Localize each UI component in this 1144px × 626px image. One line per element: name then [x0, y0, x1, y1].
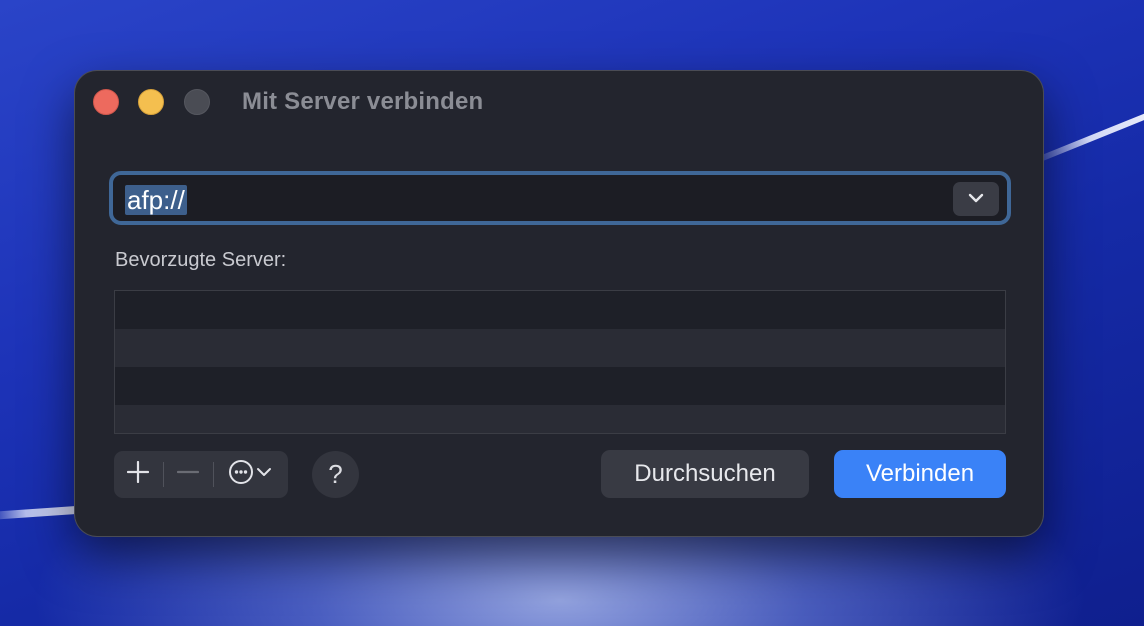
add-server-button[interactable] [114, 451, 162, 498]
list-actions-segmented-control [114, 451, 288, 498]
chevron-down-icon [968, 190, 984, 208]
zoom-button [184, 89, 210, 115]
favorites-label: Bevorzugte Server: [115, 249, 287, 271]
help-button[interactable]: ? [312, 451, 359, 498]
favorite-servers-list[interactable] [114, 290, 1006, 434]
list-item[interactable] [115, 291, 1005, 329]
window-title: Mit Server verbinden [242, 88, 484, 115]
wallpaper-light-streak [1028, 100, 1144, 166]
wallpaper-light-streak [0, 505, 81, 520]
plus-icon [126, 460, 150, 488]
desktop-background: Mit Server verbinden afp:// Bevorzugte S… [0, 0, 1144, 626]
server-address-combobox[interactable]: afp:// [109, 171, 1011, 225]
list-item[interactable] [115, 367, 1005, 405]
remove-server-button[interactable] [164, 451, 212, 498]
connect-to-server-window: Mit Server verbinden afp:// Bevorzugte S… [75, 71, 1043, 536]
list-item[interactable] [115, 405, 1005, 433]
recent-servers-dropdown-button[interactable] [953, 182, 999, 216]
server-address-input[interactable]: afp:// [125, 185, 187, 215]
connect-button[interactable]: Verbinden [834, 450, 1006, 498]
list-item[interactable] [115, 329, 1005, 367]
minimize-button[interactable] [138, 89, 164, 115]
more-actions-menu-button[interactable] [214, 451, 288, 498]
minus-icon [176, 461, 200, 488]
close-button[interactable] [93, 89, 119, 115]
browse-button[interactable]: Durchsuchen [601, 450, 809, 498]
ellipsis-circle-icon [228, 459, 274, 490]
